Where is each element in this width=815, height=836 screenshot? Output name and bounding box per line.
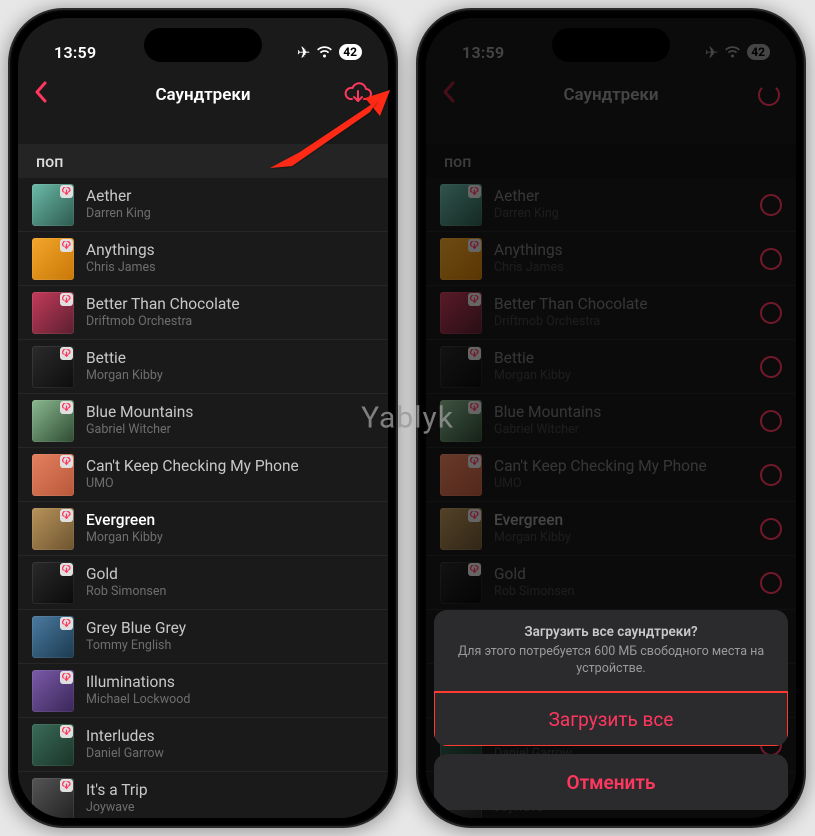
track-name: Can't Keep Checking My Phone [86,458,299,476]
track-meta: BettieMorgan Kibby [86,350,163,383]
nav-bar: Саундтреки [18,72,388,118]
cancel-label: Отменить [567,771,656,794]
track-name: Illuminations [86,674,190,692]
track-meta: Better Than ChocolateDriftmob Orchestra [86,296,240,329]
track-artist: Darren King [86,206,151,221]
track-name: It's a Trip [86,782,148,800]
track-name: Aether [86,188,151,206]
action-sheet: Загрузить все саундтреки? Для этого потр… [434,610,788,810]
sheet-detail: Для этого потребуется 600 МБ свободного … [454,644,768,678]
album-art [32,670,74,712]
section-header: поп [18,144,388,178]
album-art [32,508,74,550]
wifi-icon [316,46,333,58]
track-meta: GoldRob Simonsen [86,566,166,599]
track-row[interactable]: AetherDarren King [18,178,388,232]
album-art [32,184,74,226]
track-meta: Can't Keep Checking My PhoneUMO [86,458,299,491]
track-meta: Blue MountainsGabriel Witcher [86,404,193,437]
track-artist: Rob Simonsen [86,584,166,599]
album-art [32,346,74,388]
cancel-button[interactable]: Отменить [434,754,788,810]
album-art [32,400,74,442]
status-indicators: ✈︎ 42 [297,43,362,62]
phone-frame-left: 13:59 ✈︎ 42 Саундтреки поп AetherDarren … [8,8,398,828]
album-art [32,724,74,766]
track-row[interactable]: Better Than ChocolateDriftmob Orchestra [18,286,388,340]
track-name: Interludes [86,728,164,746]
album-art [32,616,74,658]
battery-indicator: 42 [339,44,362,60]
track-row[interactable]: Blue MountainsGabriel Witcher [18,394,388,448]
dynamic-island [144,28,262,62]
screen: 13:59 ✈︎ 42 Саундтреки поп AetherDarren … [18,18,388,818]
status-time: 13:59 [54,43,96,62]
action-sheet-block: Загрузить все саундтреки? Для этого потр… [434,610,788,746]
track-row[interactable]: It's a TripJoywave [18,772,388,818]
track-meta: IlluminationsMichael Lockwood [86,674,190,707]
track-row[interactable]: EvergreenMorgan Kibby [18,502,388,556]
track-artist: UMO [86,476,299,491]
track-row[interactable]: BettieMorgan Kibby [18,340,388,394]
track-name: Anythings [86,242,156,260]
back-button[interactable] [34,81,47,109]
track-name: Better Than Chocolate [86,296,240,314]
action-sheet-message: Загрузить все саундтреки? Для этого потр… [434,610,788,692]
track-meta: AnythingsChris James [86,242,156,275]
track-name: Grey Blue Grey [86,620,186,638]
track-meta: Grey Blue GreyTommy English [86,620,186,653]
download-cloud-button[interactable] [344,82,372,108]
track-artist: Chris James [86,260,156,275]
track-name: Bettie [86,350,163,368]
download-all-label: Загрузить все [549,708,674,731]
track-row[interactable]: Can't Keep Checking My PhoneUMO [18,448,388,502]
track-artist: Driftmob Orchestra [86,314,240,329]
album-art [32,292,74,334]
screen: 13:59 ✈︎ 42 Саундтреки поп AetherDarren … [426,18,796,818]
track-artist: Morgan Kibby [86,368,163,383]
track-artist: Joywave [86,800,148,815]
track-artist: Gabriel Witcher [86,422,193,437]
track-artist: Morgan Kibby [86,530,163,545]
track-row[interactable]: InterludesDaniel Garrow [18,718,388,772]
section-label: поп [36,152,63,171]
track-row[interactable]: Grey Blue GreyTommy English [18,610,388,664]
track-meta: It's a TripJoywave [86,782,148,815]
track-list[interactable]: AetherDarren King AnythingsChris James Bet… [18,178,388,818]
nav-title: Саундтреки [155,85,250,105]
track-name: Blue Mountains [86,404,193,422]
download-all-button[interactable]: Загрузить все [434,691,788,746]
track-artist: Daniel Garrow [86,746,164,761]
airplane-icon: ✈︎ [297,43,310,62]
track-meta: InterludesDaniel Garrow [86,728,164,761]
chevron-left-icon [34,81,47,103]
track-row[interactable]: IlluminationsMichael Lockwood [18,664,388,718]
watermark: Yablyk [361,401,454,436]
album-art [32,778,74,819]
album-art [32,562,74,604]
track-artist: Tommy English [86,638,186,653]
track-meta: AetherDarren King [86,188,151,221]
cloud-download-icon [344,82,372,104]
album-art [32,454,74,496]
track-row[interactable]: GoldRob Simonsen [18,556,388,610]
track-name: Evergreen [86,512,163,530]
track-artist: Michael Lockwood [86,692,190,707]
track-name: Gold [86,566,166,584]
album-art [32,238,74,280]
track-meta: EvergreenMorgan Kibby [86,512,163,545]
sheet-title: Загрузить все саундтреки? [454,624,768,640]
phone-frame-right: 13:59 ✈︎ 42 Саундтреки поп AetherDarren … [416,8,806,828]
track-row[interactable]: AnythingsChris James [18,232,388,286]
